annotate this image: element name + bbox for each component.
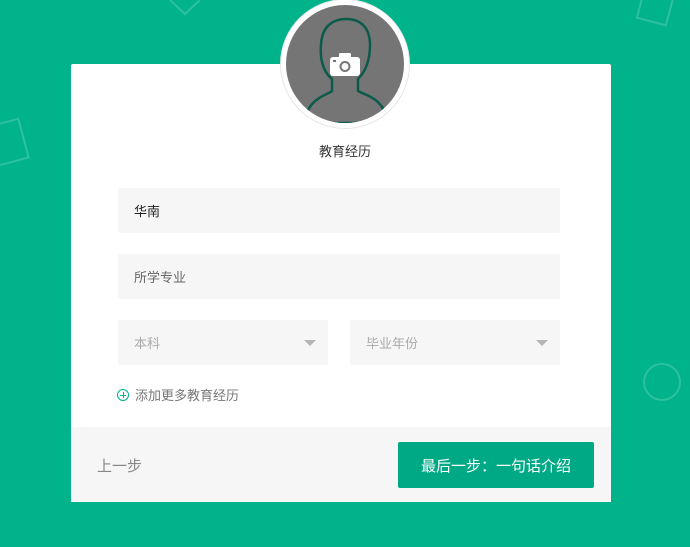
graduation-year-placeholder: 毕业年份 [366, 337, 419, 352]
graduation-year-select[interactable]: 毕业年份 [350, 320, 560, 365]
section-title: 教育经历 [318, 145, 371, 160]
next-step-button[interactable]: 最后一步：一句话介绍 [398, 442, 594, 488]
next-step-label: 最后一步：一句话介绍 [420, 456, 571, 475]
major-input-placeholder: 所学专业 [134, 271, 187, 286]
add-more-education-label: 添加更多教育经历 [135, 389, 240, 404]
school-input-value: 华南 [134, 205, 161, 220]
previous-step-button[interactable]: 上一步 [97, 455, 142, 476]
degree-select[interactable]: 本科 [118, 320, 328, 365]
major-input[interactable]: 所学专业 [118, 254, 560, 299]
chevron-down-icon [304, 340, 316, 346]
add-more-education-button[interactable]: 添加更多教育经历 [117, 385, 239, 404]
chevron-down-icon [536, 340, 548, 346]
school-input[interactable]: 华南 [118, 188, 560, 233]
avatar-upload[interactable] [281, 0, 409, 128]
plus-circle-icon [117, 388, 129, 401]
degree-select-value: 本科 [134, 337, 161, 352]
camera-icon [330, 53, 360, 76]
avatar[interactable] [286, 5, 404, 123]
